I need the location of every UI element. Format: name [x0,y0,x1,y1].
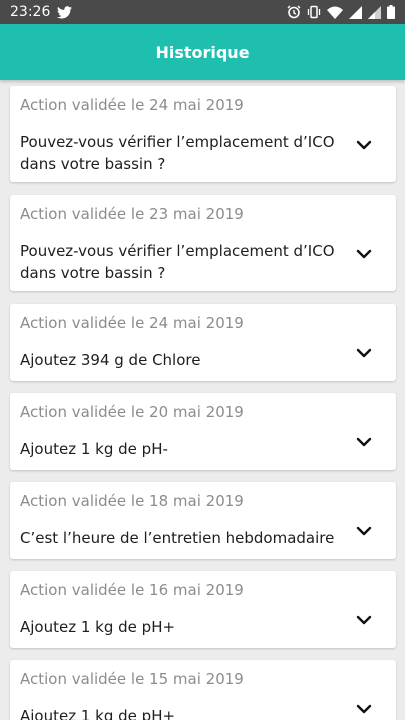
history-date: Action validée le 18 mai 2019 [20,492,244,510]
battery-icon [387,5,395,19]
history-text: C’est l’heure de l’entretien hebdomadair… [20,529,335,547]
history-date: Action validée le 24 mai 2019 [20,96,244,114]
history-card[interactable]: Action validée le 15 mai 2019 Ajoutez 1 … [10,660,396,720]
chevron-down-icon[interactable] [356,140,372,150]
history-card[interactable]: Action validée le 24 mai 2019 Ajoutez 39… [10,304,396,381]
twitter-icon [57,5,73,19]
history-card[interactable]: Action validée le 16 mai 2019 Ajoutez 1 … [10,571,396,648]
history-text: Ajoutez 394 g de Chlore [20,351,201,369]
chevron-down-icon[interactable] [356,704,372,714]
alarm-icon [287,5,301,19]
vibrate-icon [307,5,321,19]
history-text: Pouvez-vous vérifier l’emplacement d’ICO… [20,133,335,173]
history-card[interactable]: Action validée le 24 mai 2019 Pouvez-vou… [10,86,396,182]
status-time: 23:26 [10,4,51,20]
chevron-down-icon[interactable] [356,437,372,447]
history-date: Action validée le 20 mai 2019 [20,403,244,421]
signal-icon [368,5,381,19]
history-list[interactable]: Action validée le 24 mai 2019 Pouvez-vou… [0,80,405,720]
history-date: Action validée le 23 mai 2019 [20,205,244,223]
app-bar: Historique [0,24,405,80]
chevron-down-icon[interactable] [356,348,372,358]
history-card[interactable]: Action validée le 18 mai 2019 C’est l’he… [10,482,396,559]
history-card[interactable]: Action validée le 20 mai 2019 Ajoutez 1 … [10,393,396,470]
chevron-down-icon[interactable] [356,615,372,625]
wifi-icon [327,6,343,19]
history-text: Ajoutez 1 kg de pH- [20,440,168,458]
chevron-down-icon[interactable] [356,249,372,259]
page-title: Historique [155,42,250,62]
signal-icon [349,5,362,19]
history-text: Ajoutez 1 kg de pH+ [20,618,176,636]
history-text: Pouvez-vous vérifier l’emplacement d’ICO… [20,242,335,282]
chevron-down-icon[interactable] [356,526,372,536]
history-date: Action validée le 15 mai 2019 [20,670,244,688]
history-date: Action validée le 24 mai 2019 [20,314,244,332]
history-card[interactable]: Action validée le 23 mai 2019 Pouvez-vou… [10,195,396,291]
status-bar: 23:26 [0,0,405,24]
history-text: Ajoutez 1 kg de pH+ [20,707,176,720]
history-date: Action validée le 16 mai 2019 [20,581,244,599]
